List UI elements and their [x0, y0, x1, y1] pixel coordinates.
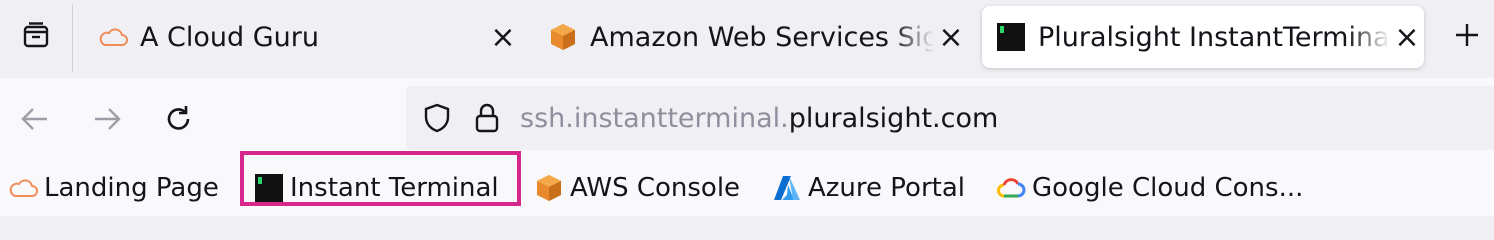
aws-cube-icon	[534, 173, 564, 203]
bookmark-label: AWS Console	[570, 173, 741, 203]
bookmark-label: Azure Portal	[808, 173, 965, 203]
aws-cube-icon	[548, 22, 578, 52]
back-button[interactable]	[16, 100, 54, 138]
plus-icon	[1456, 24, 1478, 46]
tab-close-icon[interactable]: ×	[934, 20, 968, 55]
terminal-icon	[996, 22, 1026, 52]
cloud-icon	[98, 22, 128, 52]
tab-close-icon[interactable]: ×	[486, 20, 520, 55]
highlight-annotation-box	[240, 151, 521, 206]
url-bar[interactable]: ssh.instantterminal.pluralsight.com	[406, 86, 1494, 150]
tab-title: A Cloud Guru	[140, 21, 320, 53]
shield-icon[interactable]	[420, 101, 454, 135]
tab-list-icon	[23, 22, 49, 48]
arrow-right-icon	[95, 108, 121, 130]
tab-amazon-web-services[interactable]: Amazon Web Services Sign-In ×	[534, 6, 968, 68]
bookmark-aws-console[interactable]: AWS Console	[534, 166, 740, 210]
forward-button[interactable]	[88, 100, 126, 138]
bookmark-label: Landing Page	[44, 173, 219, 203]
tab-close-icon[interactable]: ×	[1390, 20, 1424, 55]
reload-icon	[167, 106, 190, 130]
bookmark-azure-portal[interactable]: Azure Portal	[772, 166, 965, 210]
tab-strip: A Cloud Guru × Amazon Web Services Sign-…	[0, 0, 1494, 78]
tab-a-cloud-guru[interactable]: A Cloud Guru ×	[84, 6, 520, 68]
tab-separator	[72, 4, 73, 72]
bookmark-google-cloud-console[interactable]: Google Cloud Cons...	[996, 166, 1303, 210]
tab-list-button[interactable]	[0, 0, 72, 70]
url-domain: pluralsight.com	[788, 102, 999, 134]
tab-title: Amazon Web Services Sign-In	[590, 21, 934, 53]
bookmark-label: Google Cloud Cons...	[1032, 173, 1304, 203]
azure-icon	[772, 173, 802, 203]
bookmark-landing-page[interactable]: Landing Page	[8, 166, 219, 210]
google-cloud-icon	[996, 173, 1026, 203]
new-tab-button[interactable]	[1446, 14, 1488, 56]
tab-pluralsight-instantterminal[interactable]: Pluralsight InstantTerminal ×	[982, 6, 1424, 68]
tab-title: Pluralsight InstantTerminal	[1038, 21, 1390, 53]
lock-icon[interactable]	[470, 101, 504, 135]
reload-button[interactable]	[160, 100, 198, 138]
url-subdomain: ssh.instantterminal.	[520, 102, 789, 134]
bookmarks-toolbar: Landing Page Instant Terminal AWS Consol…	[0, 158, 1494, 216]
arrow-left-icon	[21, 108, 47, 130]
cloud-icon	[8, 173, 38, 203]
url-text[interactable]: ssh.instantterminal.pluralsight.com	[520, 103, 998, 134]
